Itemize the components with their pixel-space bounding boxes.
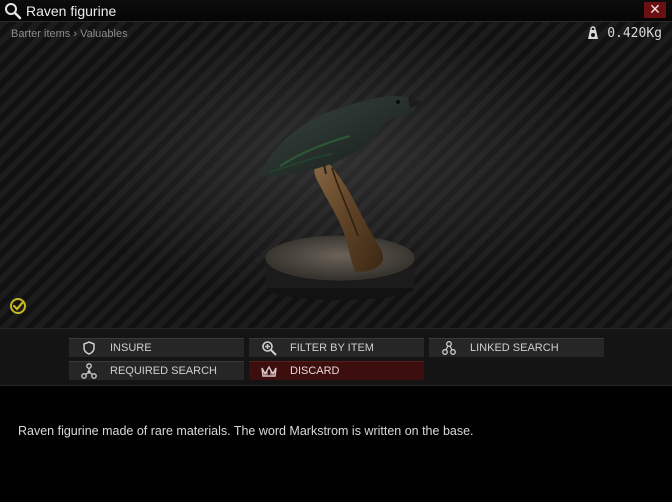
discard-button[interactable]: DISCARD <box>249 361 424 380</box>
action-bar: INSURE FILTER BY ITEM LINKED SEARCH REQU… <box>0 328 672 386</box>
item-description: Raven figurine made of rare materials. T… <box>18 424 474 438</box>
linked-search-button[interactable]: LINKED SEARCH <box>429 338 604 357</box>
check-icon <box>10 298 26 314</box>
link-nodes-icon <box>441 340 457 356</box>
linked-search-label: LINKED SEARCH <box>470 342 559 354</box>
close-button[interactable]: ✕ <box>644 2 666 18</box>
breadcrumb[interactable]: Barter items › Valuables <box>11 28 128 40</box>
weight-icon <box>588 26 599 39</box>
search-icon <box>5 3 22 20</box>
window-title: Raven figurine <box>26 3 117 19</box>
crown-discard-icon <box>261 363 277 379</box>
title-bar: Raven figurine ✕ <box>0 0 672 22</box>
raven-figurine-image <box>260 96 426 300</box>
shield-icon <box>81 340 97 356</box>
tree-nodes-icon <box>81 363 97 379</box>
filter-by-item-label: FILTER BY ITEM <box>290 342 374 354</box>
weight-display: 0.420Kg <box>585 25 662 41</box>
filter-by-item-button[interactable]: FILTER BY ITEM <box>249 338 424 357</box>
required-search-label: REQUIRED SEARCH <box>110 365 217 377</box>
magnifier-plus-icon <box>261 340 277 356</box>
weight-value: 0.420Kg <box>607 25 662 41</box>
item-preview: Barter items › Valuables 0.420Kg <box>0 22 672 328</box>
required-search-button[interactable]: REQUIRED SEARCH <box>69 361 244 380</box>
insure-label: INSURE <box>110 342 152 354</box>
insure-button[interactable]: INSURE <box>69 338 244 357</box>
discard-label: DISCARD <box>290 365 340 377</box>
description-panel: Raven figurine made of rare materials. T… <box>0 388 672 502</box>
